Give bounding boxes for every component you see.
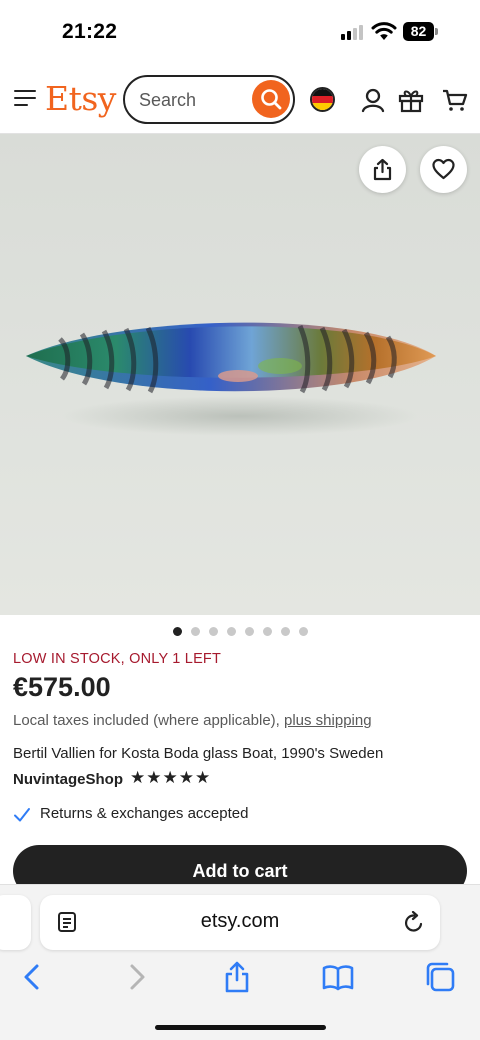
carousel-dot[interactable] [245, 627, 254, 636]
search-button[interactable] [252, 80, 290, 118]
rating-stars[interactable]: ★★★★★ [130, 768, 211, 788]
share-icon[interactable] [220, 960, 254, 994]
germany-flag-icon[interactable] [310, 87, 335, 112]
carousel-dot[interactable] [191, 627, 200, 636]
cellular-signal-icon [341, 24, 365, 40]
account-icon[interactable] [360, 87, 386, 113]
status-time: 21:22 [62, 20, 118, 43]
previous-tab-preview[interactable] [0, 895, 31, 950]
tax-note: Local taxes included (where applicable),… [13, 712, 372, 729]
search-placeholder: Search [139, 90, 197, 110]
carousel-dot[interactable] [227, 627, 236, 636]
gift-icon[interactable] [398, 87, 424, 113]
carousel-dot[interactable] [281, 627, 290, 636]
favorite-button[interactable] [420, 146, 467, 193]
bookmarks-icon[interactable] [321, 960, 355, 994]
cart-icon[interactable] [442, 87, 468, 113]
carousel-dot[interactable] [173, 627, 182, 636]
battery-icon: 82 [403, 22, 434, 41]
search-icon [261, 89, 282, 110]
search-input[interactable]: Search [123, 75, 295, 124]
glass-boat-image [26, 322, 436, 394]
site-header: Etsy Search [0, 62, 480, 134]
carousel-dot[interactable] [263, 627, 272, 636]
product-title: Bertil Vallien for Kosta Boda glass Boat… [13, 745, 384, 762]
shop-name-link[interactable]: NuvintageShop [13, 771, 123, 788]
shipping-link[interactable]: plus shipping [284, 712, 372, 729]
browser-toolbar: etsy.com [0, 884, 480, 1040]
tabs-icon[interactable] [423, 960, 457, 994]
product-price: €575.00 [13, 672, 111, 702]
share-button[interactable] [359, 146, 406, 193]
stock-notice: LOW IN STOCK, ONLY 1 LEFT [13, 651, 222, 667]
menu-icon[interactable] [14, 90, 36, 108]
tax-text: Local taxes included (where applicable), [13, 712, 280, 729]
back-icon[interactable] [15, 960, 49, 994]
returns-text: Returns & exchanges accepted [40, 805, 249, 822]
etsy-logo[interactable]: Etsy [45, 79, 116, 118]
wifi-icon [371, 22, 397, 40]
carousel-dot[interactable] [209, 627, 218, 636]
url-text: etsy.com [200, 910, 280, 932]
reload-icon[interactable] [402, 911, 426, 935]
carousel-dot[interactable] [299, 627, 308, 636]
address-bar[interactable]: etsy.com [40, 895, 440, 950]
share-icon [373, 158, 392, 181]
battery-cap [435, 28, 438, 35]
checkmark-icon [14, 808, 30, 822]
status-bar: 21:22 82 [0, 0, 480, 62]
heart-icon [432, 158, 455, 180]
home-indicator[interactable] [155, 1025, 326, 1030]
product-image[interactable] [0, 134, 480, 615]
forward-icon[interactable] [120, 960, 154, 994]
